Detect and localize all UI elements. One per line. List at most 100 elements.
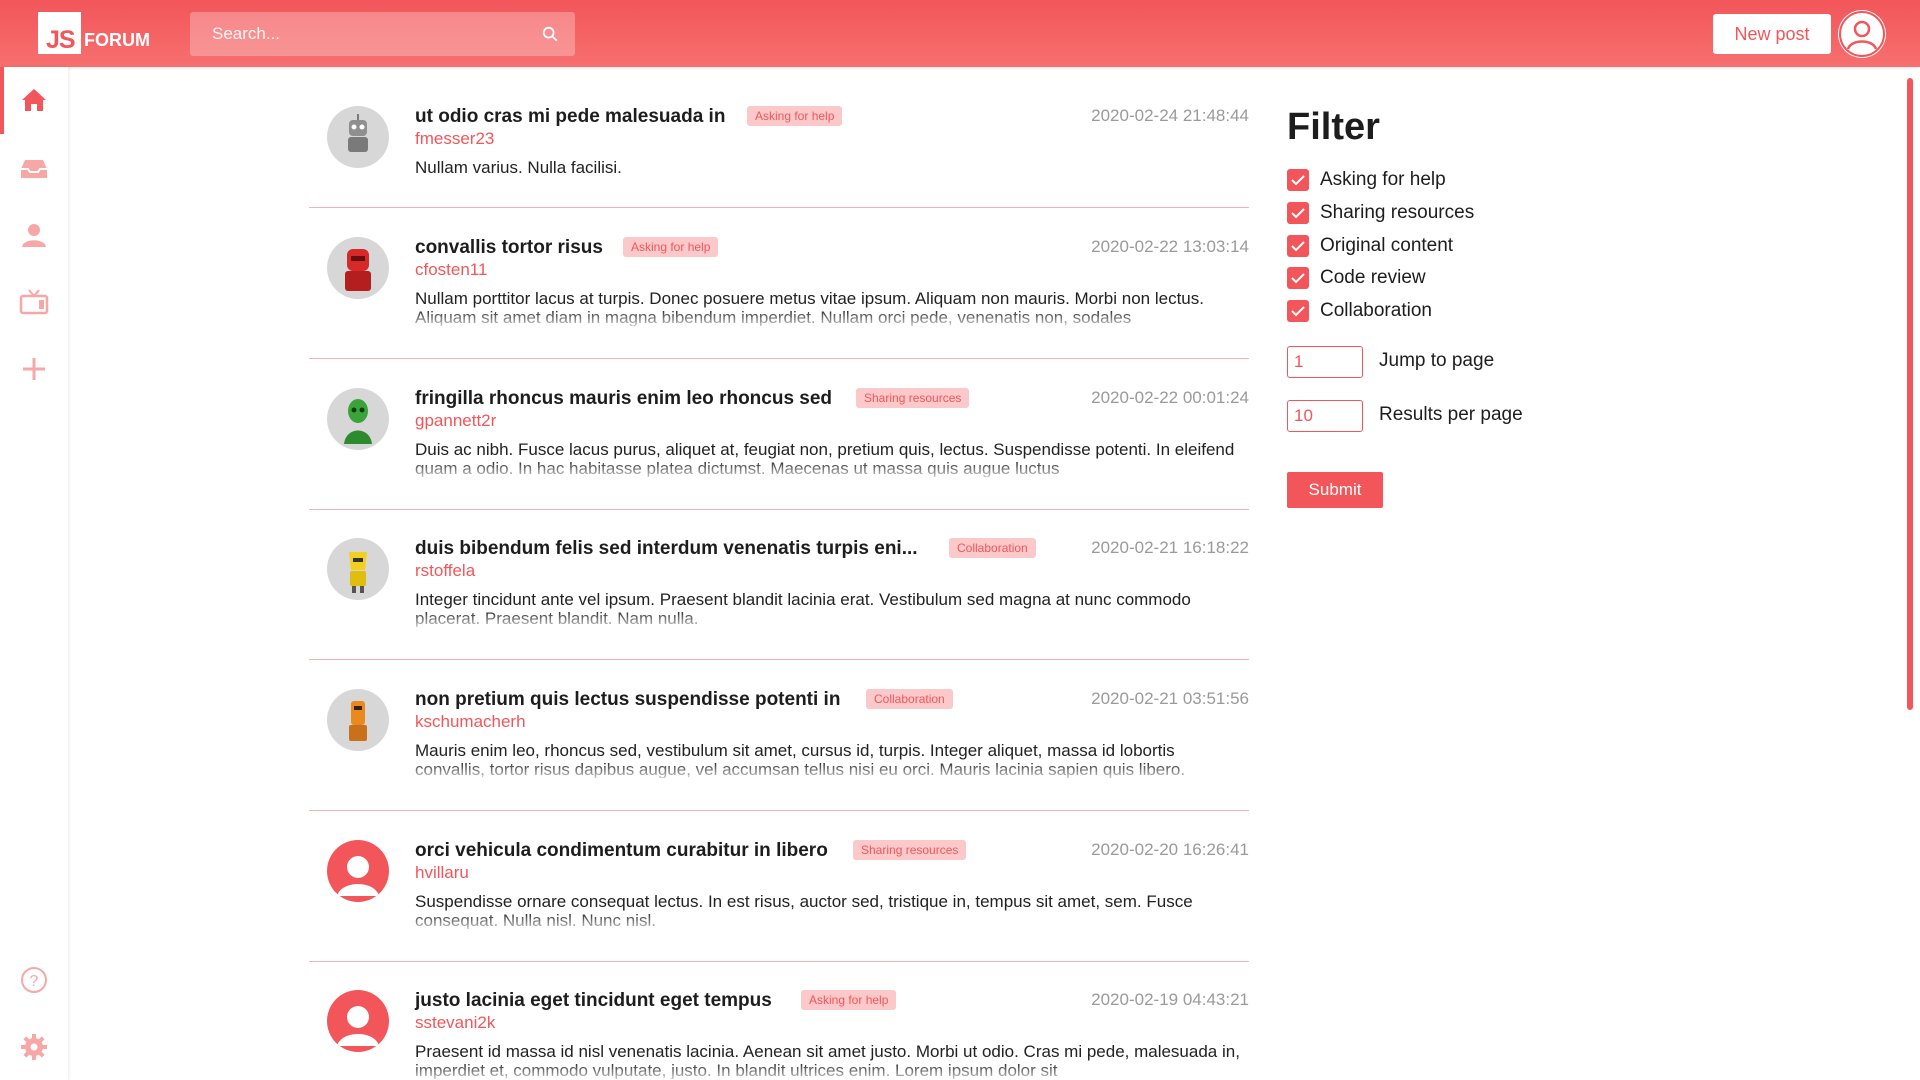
logo-forum-text: FORUM bbox=[84, 30, 150, 50]
robot-red-avatar-icon bbox=[345, 249, 371, 291]
check-icon bbox=[1291, 208, 1305, 219]
sidebar-active-indicator bbox=[0, 67, 4, 134]
sidebar-item-inbox[interactable] bbox=[16, 150, 52, 186]
post-item[interactable]: duis bibendum felis sed interdum venenat… bbox=[309, 538, 1249, 660]
robot-green-avatar-icon bbox=[344, 399, 372, 444]
filter-title: Filter bbox=[1287, 106, 1380, 148]
default-user-avatar-icon bbox=[337, 856, 379, 896]
post-item[interactable]: orci vehicula condimentum curabitur in l… bbox=[309, 840, 1249, 962]
post-item[interactable]: justo lacinia eget tincidunt eget tempus… bbox=[309, 990, 1249, 1080]
submit-button[interactable]: Submit bbox=[1287, 472, 1383, 508]
help-icon: ? bbox=[21, 967, 47, 993]
post-tag[interactable]: Collaboration bbox=[866, 689, 953, 709]
user-avatar-icon bbox=[1839, 11, 1885, 57]
post-body: Mauris enim leo, rhoncus sed, vestibulum… bbox=[415, 741, 1186, 778]
sidebar-item-help[interactable]: ? bbox=[16, 962, 52, 998]
post-title[interactable]: justo lacinia eget tincidunt eget tempus bbox=[415, 990, 772, 1012]
user-icon bbox=[22, 224, 46, 247]
search-bar bbox=[190, 12, 575, 56]
filter-option-label: Original content bbox=[1320, 235, 1454, 256]
jump-to-page-input[interactable] bbox=[1287, 346, 1363, 378]
post-tag[interactable]: Asking for help bbox=[623, 237, 719, 257]
sidebar-item-settings[interactable] bbox=[16, 1029, 52, 1065]
plus-icon bbox=[23, 358, 45, 380]
logo-js-text: JS bbox=[46, 26, 76, 54]
post-body: Duis ac nibh. Fusce lacus purus, aliquet… bbox=[415, 440, 1235, 477]
post-date: 2020-02-20 16:26:41 bbox=[1091, 840, 1249, 859]
user-avatar-button[interactable] bbox=[1838, 10, 1886, 58]
post-author[interactable]: hvillaru bbox=[415, 863, 469, 883]
results-per-page-label: Results per page bbox=[1379, 404, 1523, 425]
post-title[interactable]: orci vehicula condimentum curabitur in l… bbox=[415, 840, 828, 862]
post-avatar bbox=[327, 388, 389, 450]
svg-text:?: ? bbox=[30, 973, 39, 990]
post-author[interactable]: fmesser23 bbox=[415, 129, 494, 149]
new-post-button[interactable]: New post bbox=[1713, 14, 1831, 54]
post-body: Praesent id massa id nisl venenatis laci… bbox=[415, 1042, 1240, 1079]
filter-option-label: Asking for help bbox=[1320, 169, 1446, 190]
search-input[interactable] bbox=[190, 12, 530, 56]
search-icon[interactable] bbox=[541, 25, 559, 43]
post-title[interactable]: non pretium quis lectus suspendisse pote… bbox=[415, 689, 840, 711]
scrollbar[interactable] bbox=[1907, 78, 1913, 710]
post-body: Nullam porttitor lacus at turpis. Donec … bbox=[415, 289, 1204, 326]
post-author[interactable]: cfosten11 bbox=[415, 260, 487, 280]
checkbox-checked[interactable] bbox=[1287, 169, 1309, 191]
post-tag[interactable]: Sharing resources bbox=[853, 840, 967, 860]
post-title[interactable]: duis bibendum felis sed interdum venenat… bbox=[415, 538, 918, 560]
default-user-avatar-icon bbox=[337, 1006, 379, 1046]
post-author[interactable]: gpannett2r bbox=[415, 411, 496, 431]
post-avatar bbox=[327, 689, 389, 751]
sidebar: ? bbox=[0, 67, 68, 1080]
post-item[interactable]: fringilla rhoncus mauris enim leo rhoncu… bbox=[309, 388, 1249, 510]
post-item[interactable]: ut odio cras mi pede malesuada in Asking… bbox=[309, 106, 1249, 208]
post-date: 2020-02-24 21:48:44 bbox=[1091, 106, 1249, 125]
checkbox-checked[interactable] bbox=[1287, 235, 1309, 257]
settings-icon bbox=[21, 1034, 47, 1060]
filter-option-label: Collaboration bbox=[1320, 300, 1432, 321]
post-avatar bbox=[327, 840, 389, 902]
sidebar-item-home[interactable] bbox=[16, 82, 52, 118]
robot-yellow-avatar-icon bbox=[349, 552, 367, 593]
checkbox-checked[interactable] bbox=[1287, 267, 1309, 289]
check-icon bbox=[1291, 241, 1305, 252]
post-body: Integer tincidunt ante vel ipsum. Praese… bbox=[415, 590, 1191, 627]
post-tag[interactable]: Asking for help bbox=[747, 106, 843, 126]
post-title[interactable]: convallis tortor risus bbox=[415, 237, 603, 259]
post-author[interactable]: sstevani2k bbox=[415, 1013, 495, 1033]
check-icon bbox=[1291, 306, 1305, 317]
post-date: 2020-02-19 04:43:21 bbox=[1091, 990, 1249, 1009]
post-author[interactable]: rstoffela bbox=[415, 561, 475, 581]
post-title[interactable]: ut odio cras mi pede malesuada in bbox=[415, 106, 725, 128]
post-tag[interactable]: Sharing resources bbox=[856, 388, 970, 408]
check-icon bbox=[1291, 273, 1305, 284]
sidebar-item-add[interactable] bbox=[16, 351, 52, 387]
forum-logo[interactable]: JS FORUM bbox=[38, 12, 155, 54]
sidebar-item-tv[interactable] bbox=[16, 284, 52, 320]
post-title[interactable]: fringilla rhoncus mauris enim leo rhoncu… bbox=[415, 388, 832, 410]
sidebar-item-profile[interactable] bbox=[16, 217, 52, 253]
inbox-icon bbox=[21, 160, 47, 178]
post-avatar bbox=[327, 106, 389, 168]
post-author[interactable]: kschumacherh bbox=[415, 712, 526, 732]
post-tag[interactable]: Asking for help bbox=[801, 990, 897, 1010]
checkbox-checked[interactable] bbox=[1287, 202, 1309, 224]
tv-icon bbox=[19, 289, 49, 315]
post-date: 2020-02-22 00:01:24 bbox=[1091, 388, 1249, 407]
filter-option-label: Sharing resources bbox=[1320, 202, 1475, 223]
robot-grey-avatar-icon bbox=[348, 114, 368, 152]
check-icon bbox=[1291, 175, 1305, 186]
post-avatar bbox=[327, 237, 389, 299]
post-body: Suspendisse ornare consequat lectus. In … bbox=[415, 892, 1193, 929]
post-item[interactable]: non pretium quis lectus suspendisse pote… bbox=[309, 689, 1249, 811]
post-tag[interactable]: Collaboration bbox=[949, 538, 1036, 558]
logo-js-badge: JS bbox=[38, 12, 81, 54]
checkbox-checked[interactable] bbox=[1287, 300, 1309, 322]
post-body: Nullam varius. Nulla facilisi. bbox=[415, 158, 622, 177]
results-per-page-input[interactable] bbox=[1287, 400, 1363, 432]
post-avatar bbox=[327, 990, 389, 1052]
jump-to-page-label: Jump to page bbox=[1379, 350, 1495, 371]
post-date: 2020-02-21 03:51:56 bbox=[1091, 689, 1249, 708]
filter-option-label: Code review bbox=[1320, 267, 1426, 288]
post-item[interactable]: convallis tortor risus Asking for help 2… bbox=[309, 237, 1249, 359]
